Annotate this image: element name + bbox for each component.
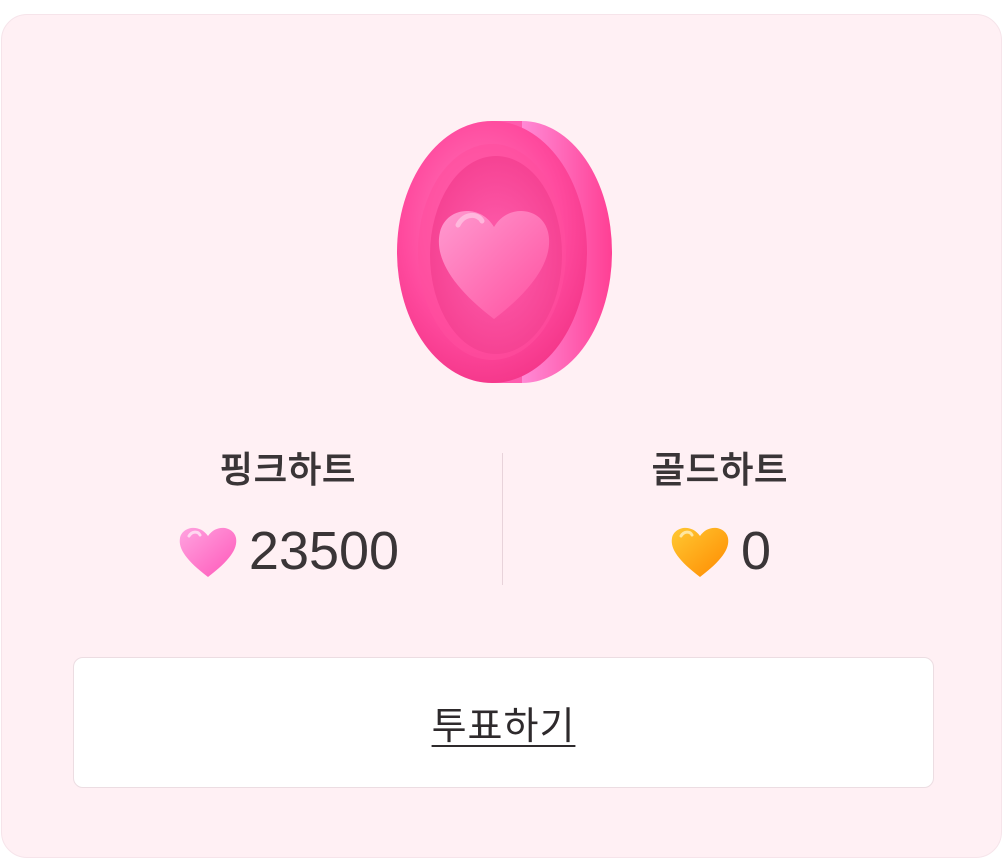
vote-button[interactable]: 투표하기 <box>73 657 934 788</box>
pink-heart-count: 23500 <box>248 521 400 581</box>
heart-coin-icon <box>382 107 632 397</box>
pink-heart-icon <box>177 523 239 579</box>
pink-heart-title: 핑크하트 <box>219 450 357 491</box>
gold-heart-stat: 골드하트 0 <box>520 445 920 583</box>
vote-button-label: 투표하기 <box>431 704 576 748</box>
pink-heart-row: 23500 <box>88 519 488 583</box>
gold-heart-title: 골드하트 <box>651 450 789 491</box>
gold-heart-row: 0 <box>520 519 920 583</box>
stat-divider <box>502 453 503 585</box>
pink-heart-stat: 핑크하트 23500 <box>88 445 488 583</box>
heart-balance-card: 핑크하트 23500 골드하트 0 투표하기 <box>1 14 1002 858</box>
gold-heart-icon <box>669 523 731 579</box>
gold-heart-count: 0 <box>740 521 772 581</box>
